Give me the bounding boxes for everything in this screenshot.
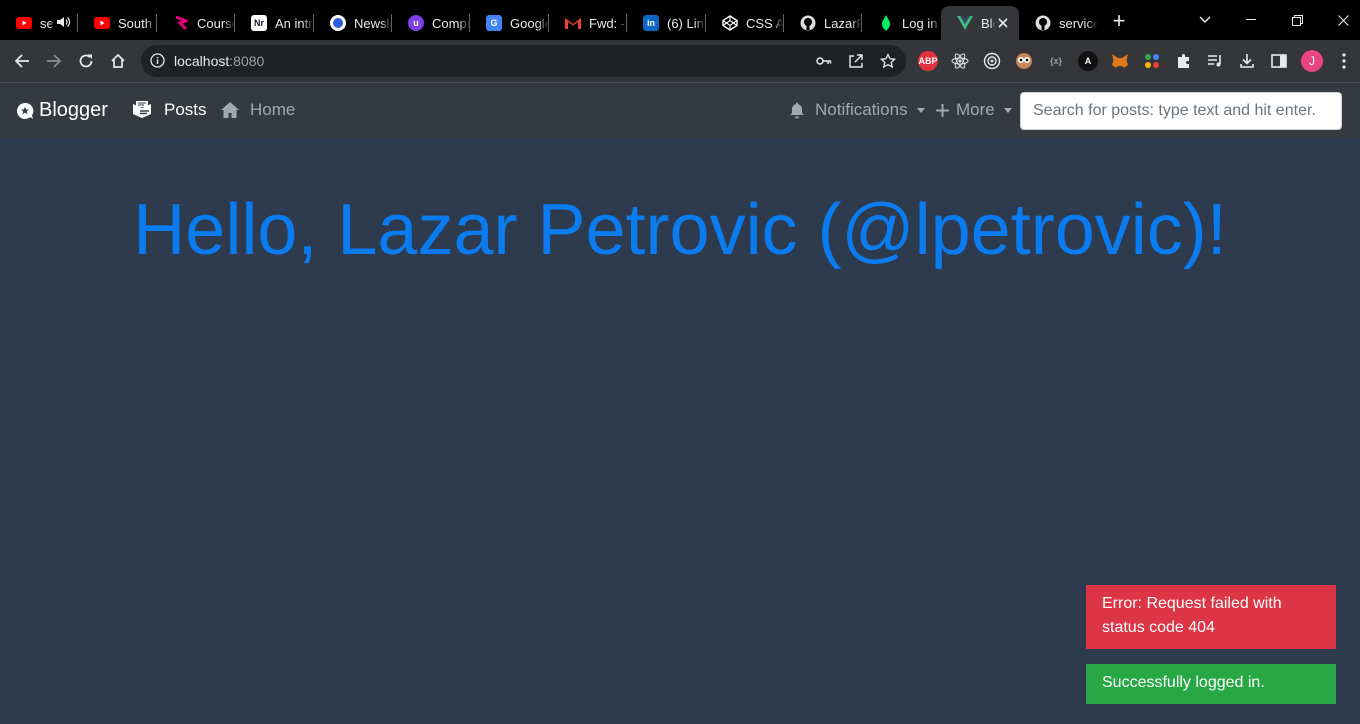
github-icon (1035, 15, 1051, 31)
download-icon[interactable] (1237, 51, 1257, 71)
share-icon[interactable] (847, 52, 865, 70)
browser-menu-icon[interactable] (1334, 51, 1354, 71)
browser-tab[interactable]: Nr An intro (235, 6, 314, 40)
url-port: :8080 (229, 53, 265, 69)
greeting-heading: Hello, Lazar Petrovic (@lpetrovic)! (133, 190, 1227, 270)
minimize-icon[interactable] (1228, 0, 1274, 40)
browser-tab[interactable]: Course (157, 6, 235, 40)
tab-title: Blo (981, 15, 995, 31)
linkedin-icon: in (643, 15, 659, 31)
tab-title: CSS An (746, 15, 784, 31)
browser-toolbar: localhost:8080 ABP {x} A J (0, 40, 1360, 82)
more-label: More (956, 100, 995, 119)
browser-tab[interactable]: Log in (862, 6, 941, 40)
tab-title: Log in (902, 15, 938, 31)
target-icon[interactable] (982, 51, 1002, 71)
tab-title: serp (40, 15, 54, 31)
back-icon[interactable] (10, 49, 34, 73)
browser-tab[interactable]: serp (0, 6, 78, 40)
adblock-icon[interactable]: ABP (918, 51, 938, 71)
gmail-icon (565, 15, 581, 31)
a-letter-icon[interactable]: A (1078, 51, 1098, 71)
github-icon (800, 15, 816, 31)
error-toast[interactable]: Error: Request failed with status code 4… (1086, 585, 1336, 649)
browser-tab[interactable]: South A (78, 6, 157, 40)
react-devtools-icon[interactable] (950, 51, 970, 71)
tab-title: (6) Link (667, 15, 706, 31)
app-navbar: Blogger Posts Home Notifications More (0, 83, 1360, 138)
close-window-icon[interactable] (1320, 0, 1360, 40)
puzzle-icon[interactable] (1174, 51, 1194, 71)
nav-posts-label: Posts (164, 100, 207, 119)
metamask-icon[interactable] (1110, 51, 1130, 71)
browser-tab[interactable]: G Google (470, 6, 549, 40)
dots-icon[interactable] (1142, 51, 1162, 71)
close-tab-icon[interactable] (995, 15, 1011, 31)
tab-title: Fwd: - | (589, 15, 627, 31)
browser-tab[interactable]: Blo (941, 6, 1019, 40)
codepen-icon (722, 15, 738, 31)
course-icon (173, 15, 189, 31)
json-icon[interactable]: {x} (1046, 51, 1066, 71)
speaker-icon[interactable] (56, 16, 71, 31)
side-panel-icon[interactable] (1269, 51, 1289, 71)
reload-icon[interactable] (74, 49, 98, 73)
tab-title: service (1059, 15, 1098, 31)
url-host: localhost (174, 53, 230, 69)
browser-tab[interactable]: CSS An (706, 6, 784, 40)
owl-icon[interactable] (1014, 51, 1034, 71)
newsletter-icon (330, 15, 346, 31)
browser-tab[interactable]: u Compr (392, 6, 470, 40)
tab-title: Google (510, 15, 549, 31)
youtube-icon (16, 15, 32, 31)
address-bar[interactable]: localhost:8080 (141, 45, 906, 77)
posts-icon (133, 101, 151, 118)
notifications-dropdown[interactable]: Notifications (789, 100, 925, 120)
google-translate-icon: G (486, 15, 502, 31)
blogger-logo-icon (17, 102, 34, 119)
compress-icon: u (408, 15, 424, 31)
profile-avatar[interactable]: J (1301, 50, 1323, 72)
tab-title: Newsle (354, 15, 392, 31)
home-browser-icon[interactable] (106, 49, 130, 73)
nav-home-link[interactable]: Home (220, 100, 295, 120)
browser-tab[interactable]: LazarP (784, 6, 862, 40)
chevron-down-icon (916, 107, 925, 113)
brand-name: Blogger (39, 99, 108, 121)
nav-home-label: Home (250, 100, 296, 119)
more-dropdown[interactable]: More (935, 100, 1012, 120)
nav-posts-link[interactable]: Posts (132, 100, 207, 120)
chevron-down-icon (1003, 107, 1012, 113)
success-toast[interactable]: Successfully logged in. (1086, 664, 1336, 704)
tab-title: South A (118, 15, 157, 31)
key-icon[interactable] (815, 52, 833, 70)
forward-icon[interactable] (42, 49, 66, 73)
tab-title: LazarP (824, 15, 862, 31)
mongodb-icon (878, 15, 894, 31)
nr-icon: Nr (251, 15, 267, 31)
brand-link[interactable]: Blogger (16, 99, 108, 122)
browser-tab[interactable]: service (1019, 6, 1098, 40)
media-queue-icon[interactable] (1205, 51, 1225, 71)
tab-title: Compr (432, 15, 470, 31)
search-input[interactable] (1020, 92, 1342, 130)
browser-tab[interactable]: Fwd: - | (549, 6, 627, 40)
notifications-label: Notifications (815, 100, 908, 119)
home-icon (221, 102, 239, 118)
browser-tab[interactable]: Newsle (314, 6, 392, 40)
tab-title: An intro (275, 15, 314, 31)
vue-icon (957, 15, 973, 31)
tab-search-icon[interactable] (1182, 0, 1228, 40)
site-info-icon[interactable] (150, 53, 165, 73)
bell-icon (790, 102, 804, 119)
youtube-icon (94, 15, 110, 31)
browser-tab-strip: serpSouth ACourseNrAn introNewsleuComprG… (0, 0, 1360, 40)
tab-title: Course (197, 15, 235, 31)
url-text: localhost:8080 (174, 53, 264, 69)
restore-icon[interactable] (1274, 0, 1320, 40)
bookmark-star-icon[interactable] (879, 52, 897, 70)
new-tab-button[interactable]: + (1108, 10, 1130, 32)
browser-tab[interactable]: in (6) Link (627, 6, 706, 40)
plus-icon (936, 103, 949, 117)
